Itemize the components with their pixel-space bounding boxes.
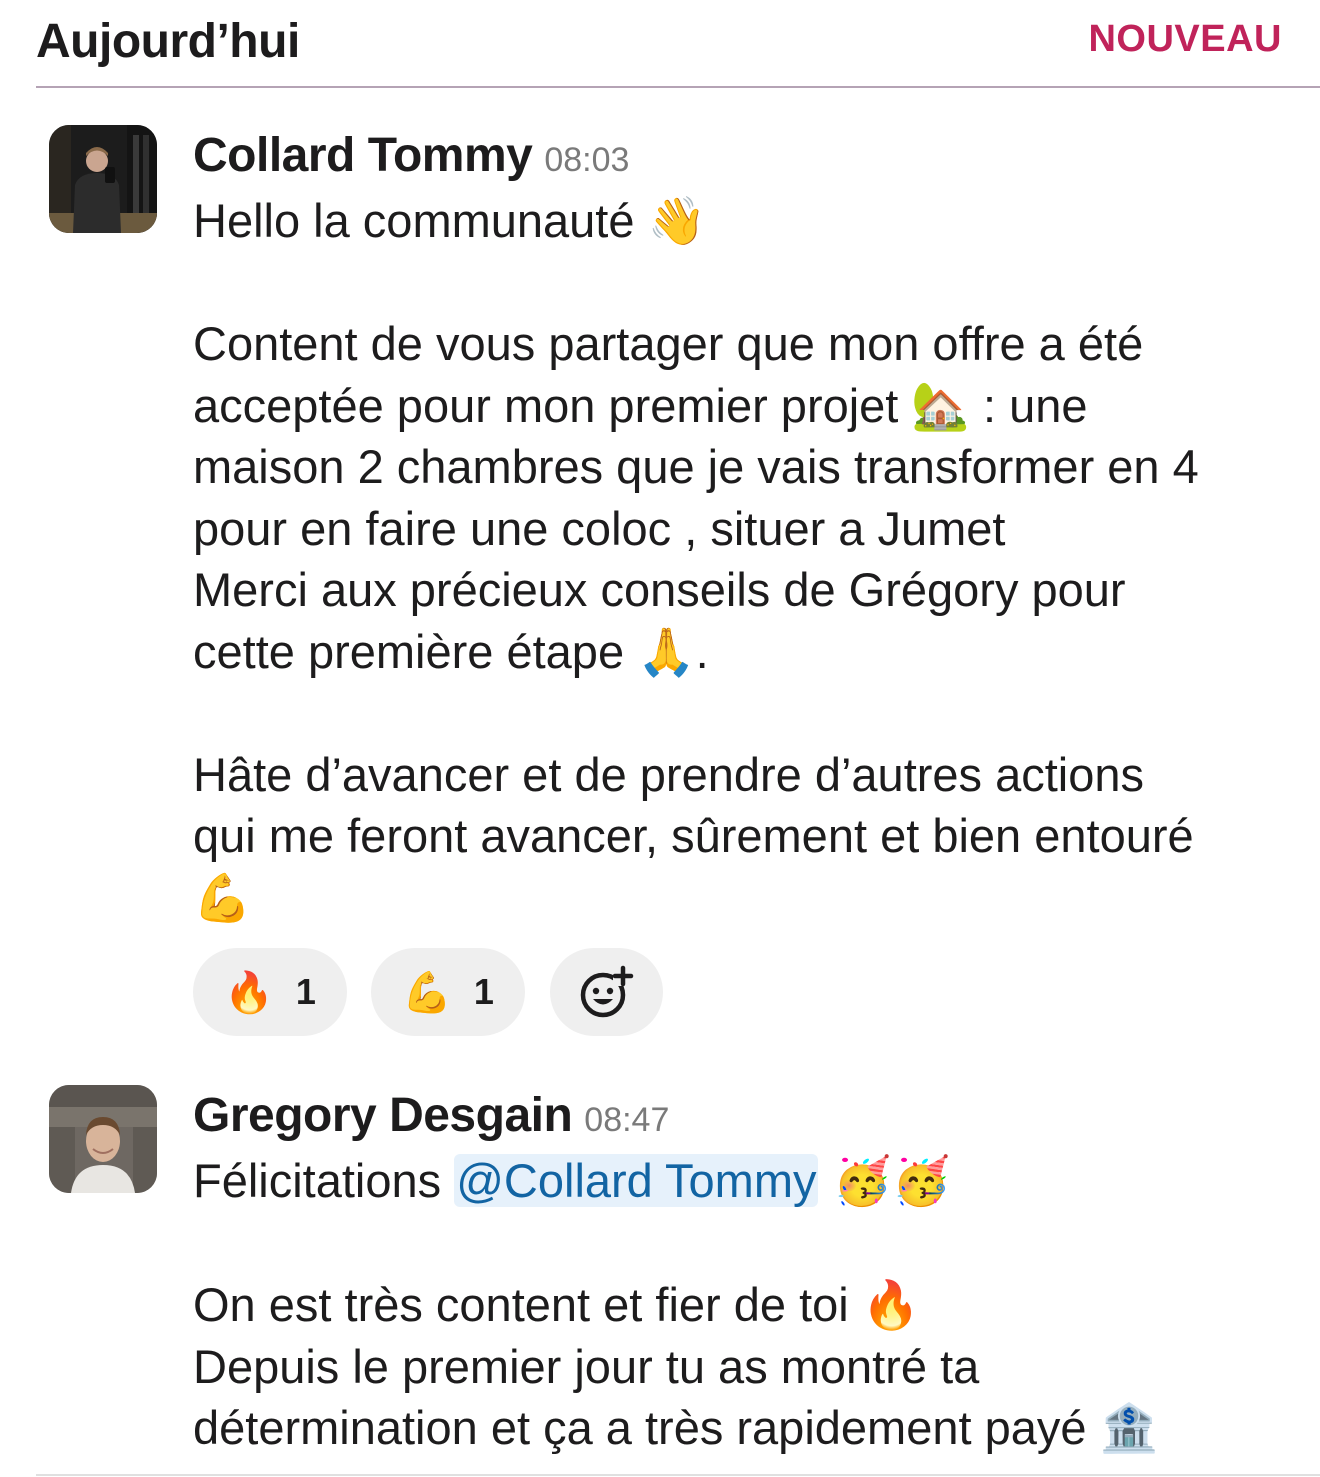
message-text: Félicitations @Collard Tommy 🥳🥳 On est t…	[193, 1150, 1303, 1459]
message-text: Hello la communauté 👋 Content de vous pa…	[193, 190, 1303, 928]
message-line: Merci aux précieux conseils de Grégory p…	[193, 563, 1126, 616]
message-timestamp[interactable]: 08:03	[544, 141, 629, 179]
message-line: Depuis le premier jour tu as montré ta	[193, 1339, 980, 1393]
message-line: On est très content et fier de toi 🔥	[193, 1278, 921, 1331]
message-header: Gregory Desgain 08:47	[193, 1088, 669, 1143]
avatar-image	[49, 125, 157, 233]
partying-face-icon: 🥳🥳	[818, 1154, 951, 1209]
reaction-count: 1	[473, 971, 494, 1012]
author-name[interactable]: Gregory Desgain	[193, 1089, 573, 1142]
avatar[interactable]	[49, 1085, 157, 1193]
add-reaction-icon	[580, 965, 633, 1018]
new-messages-badge[interactable]: NOUVEAU	[1088, 18, 1282, 61]
message-line: Content de vous partager que mon offre a…	[193, 317, 1144, 370]
divider	[36, 1474, 1320, 1476]
reaction-fire[interactable]: 🔥 1	[193, 948, 347, 1036]
message-line: acceptée pour mon premier projet 🏡 : une	[193, 378, 1088, 432]
message-line: pour en faire une coloc , situer a Jumet	[193, 501, 1006, 555]
message-timestamp[interactable]: 08:47	[584, 1101, 669, 1139]
message-line: qui me feront avancer, sûrement et bien …	[193, 809, 1194, 862]
reaction-muscle[interactable]: 💪 1	[371, 948, 525, 1036]
day-title: Aujourd’hui	[36, 15, 300, 68]
message-line: Hello la communauté 👋	[193, 194, 707, 247]
message-line: 💪	[193, 870, 252, 924]
message-line: Félicitations @Collard Tommy 🥳🥳	[193, 1150, 1303, 1213]
fire-icon: 🔥	[224, 969, 274, 1016]
add-reaction-button[interactable]	[550, 948, 663, 1036]
message-line: maison 2 chambres que je vais transforme…	[193, 440, 1199, 493]
flexed-biceps-icon: 💪	[402, 969, 452, 1016]
reaction-count: 1	[295, 971, 316, 1012]
message-line: Hâte d’avancer et de prendre d’autres ac…	[193, 747, 1145, 801]
avatar-image	[49, 1085, 157, 1193]
day-divider-header: Aujourd’hui NOUVEAU	[36, 0, 1320, 88]
user-mention[interactable]: @Collard Tommy	[454, 1154, 819, 1207]
message-line: cette première étape 🙏.	[193, 624, 709, 678]
message-header: Collard Tommy 08:03	[193, 128, 629, 183]
message-text-segment: Félicitations	[193, 1154, 455, 1207]
message-line: détermination et ça a très rapidement pa…	[193, 1401, 1159, 1454]
author-name[interactable]: Collard Tommy	[193, 129, 533, 182]
avatar[interactable]	[49, 125, 157, 233]
